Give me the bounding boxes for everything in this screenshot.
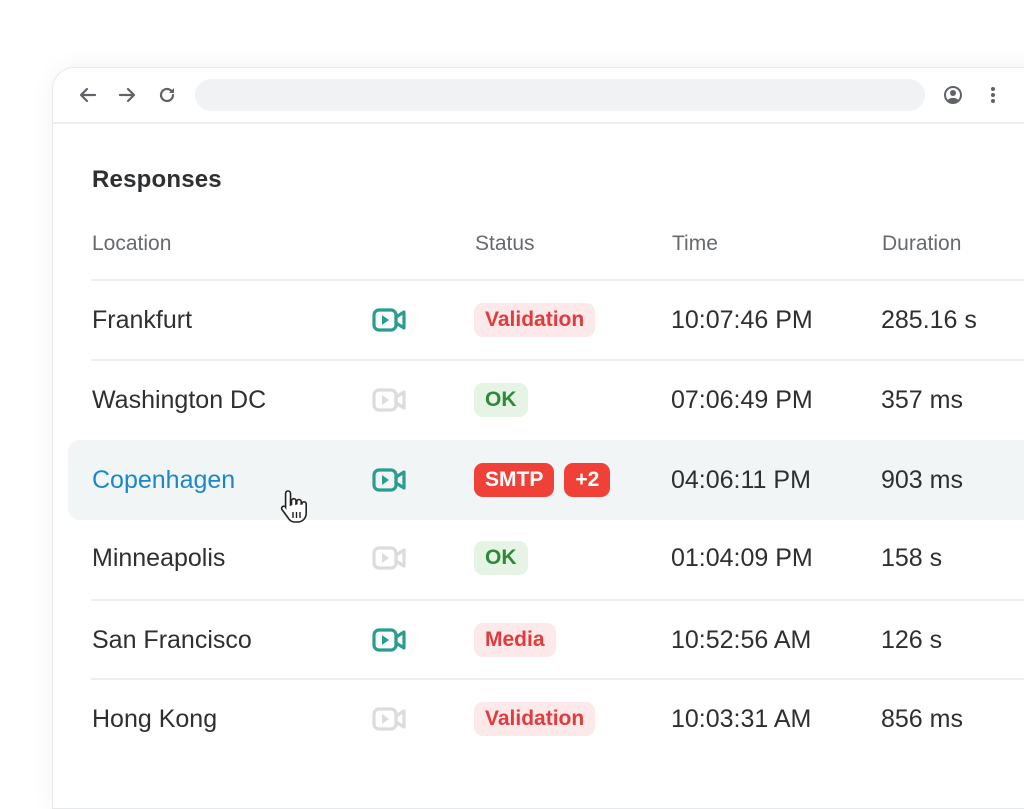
column-header-status: Status <box>475 232 535 255</box>
kebab-menu-icon <box>991 87 995 103</box>
hand-cursor-icon <box>280 490 307 523</box>
status-cell: OK <box>474 361 538 439</box>
time-cell: 10:07:46 PM <box>671 305 813 334</box>
location-cell: San Francisco <box>92 601 252 679</box>
time-cell: 10:03:31 AM <box>671 704 812 733</box>
video-camera-icon <box>372 546 406 570</box>
video-camera-icon <box>372 707 406 731</box>
address-bar[interactable] <box>195 79 925 111</box>
video-cell[interactable] <box>372 601 408 679</box>
time-cell: 04:06:11 PM <box>671 465 811 494</box>
table-row[interactable]: Frankfurt Validation 10:07:46 PM 285.16 s <box>91 279 1024 359</box>
table-row[interactable]: Hong Kong Validation 10:03:31 AM 856 ms <box>91 678 1024 758</box>
status-badge: Validation <box>474 303 596 337</box>
profile-button[interactable] <box>940 82 966 108</box>
status-badge: OK <box>474 383 528 417</box>
status-cell: Validation <box>474 680 605 758</box>
back-button[interactable] <box>75 82 101 108</box>
duration-cell: 856 ms <box>881 704 963 733</box>
video-camera-icon <box>372 388 406 412</box>
account-circle-icon <box>944 86 962 104</box>
status-badge: Media <box>474 623 556 657</box>
location-cell: Washington DC <box>92 361 266 439</box>
table-row[interactable]: San Francisco Media 10:52:56 AM 126 s <box>91 599 1024 679</box>
page-title: Responses <box>92 166 222 193</box>
column-header-location: Location <box>92 232 172 255</box>
video-camera-icon <box>372 308 406 332</box>
status-badge: SMTP <box>474 463 555 497</box>
location-cell: Frankfurt <box>92 281 192 359</box>
location-cell: Copenhagen <box>92 440 235 520</box>
status-cell: OK <box>474 519 538 597</box>
location-name[interactable]: Frankfurt <box>92 306 192 335</box>
menu-button[interactable] <box>980 82 1006 108</box>
duration-cell: 158 s <box>881 543 943 572</box>
time-cell: 10:52:56 AM <box>671 625 812 654</box>
duration-cell: 126 s <box>881 625 943 654</box>
video-cell <box>372 519 408 597</box>
video-cell <box>372 680 408 758</box>
location-name[interactable]: San Francisco <box>92 626 252 655</box>
video-camera-icon <box>372 628 406 652</box>
status-badge: Validation <box>474 702 596 736</box>
video-camera-icon <box>372 468 406 492</box>
status-badge: +2 <box>564 463 611 497</box>
location-name[interactable]: Copenhagen <box>92 466 235 495</box>
table-row[interactable]: Washington DC OK 07:06:49 PM 357 ms <box>91 359 1024 439</box>
location-name[interactable]: Washington DC <box>92 386 266 415</box>
browser-toolbar <box>53 68 1024 124</box>
video-cell <box>372 361 408 439</box>
status-cell: SMTP +2 <box>474 440 620 520</box>
column-header-time: Time <box>672 232 718 255</box>
status-cell: Media <box>474 601 566 679</box>
arrow-left-icon <box>79 87 97 103</box>
duration-cell: 903 ms <box>881 465 963 494</box>
browser-window: Responses Location Status Time Duration … <box>52 67 1024 809</box>
arrow-right-icon <box>118 87 136 103</box>
time-cell: 01:04:09 PM <box>671 543 813 572</box>
duration-cell: 357 ms <box>881 385 963 414</box>
reload-button[interactable] <box>154 82 180 108</box>
video-cell[interactable] <box>372 281 408 359</box>
reload-icon <box>159 87 175 103</box>
location-name[interactable]: Hong Kong <box>92 705 217 734</box>
video-cell[interactable] <box>372 440 408 520</box>
time-cell: 07:06:49 PM <box>671 385 813 414</box>
duration-cell: 285.16 s <box>881 305 977 334</box>
location-cell: Hong Kong <box>92 680 217 758</box>
status-badge: OK <box>474 541 528 575</box>
status-cell: Validation <box>474 281 605 359</box>
column-header-duration: Duration <box>882 232 962 255</box>
table-row[interactable]: Copenhagen SMTP +2 04:06:11 PM 903 ms <box>68 440 1024 520</box>
forward-button[interactable] <box>114 82 140 108</box>
table-row[interactable]: Minneapolis OK 01:04:09 PM 158 s <box>91 519 1024 597</box>
location-name[interactable]: Minneapolis <box>92 544 225 573</box>
location-cell: Minneapolis <box>92 519 225 597</box>
